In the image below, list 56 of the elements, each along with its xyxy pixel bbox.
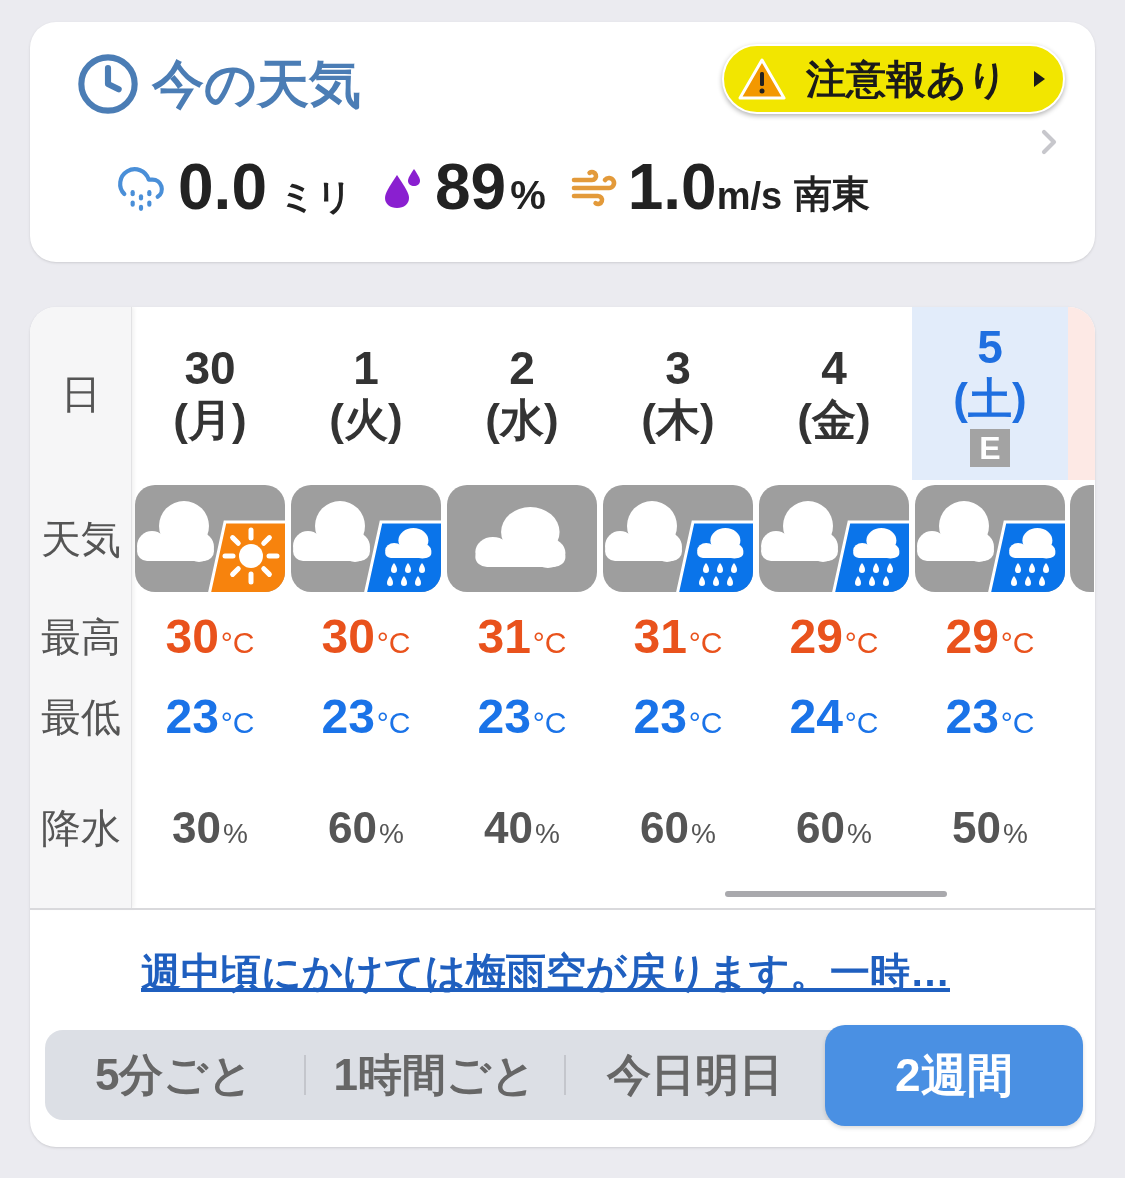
range-tab[interactable]: 今日明日 (566, 1030, 825, 1120)
date-number: 4 (821, 341, 847, 394)
weekday-label: (月) (173, 393, 247, 446)
high-temperature: 29°C (789, 608, 879, 665)
precipitation-chance: 40% (484, 802, 560, 855)
humidity-reading: 89% (434, 150, 546, 225)
row-label: 最低 (40, 694, 121, 741)
caret-icon (1034, 71, 1045, 87)
range-tab[interactable]: 1時間ごと (305, 1030, 564, 1120)
date-number: 30 (184, 341, 236, 394)
warning-icon (738, 58, 786, 100)
weekday-label: (火) (329, 393, 403, 446)
cloud-and-rain-icon (915, 485, 1065, 592)
date-number: 5 (977, 320, 1003, 373)
cloud-and-rain-icon (759, 485, 909, 592)
clock-icon (76, 52, 140, 116)
low-temperature: 23°C (165, 688, 255, 745)
high-temperature: 31°C (477, 608, 567, 665)
date-number: 2 (509, 341, 535, 394)
cloud-and-rain-icon (603, 485, 753, 592)
cloud-and-sun-icon (135, 485, 285, 592)
forecast-summary-link[interactable]: 週中頃にかけては梅雨空が戻ります。一時… (141, 948, 950, 996)
precipitation-chance: 60% (796, 802, 872, 855)
weekday-label: (土) (953, 372, 1027, 425)
date-number: 3 (665, 341, 691, 394)
weekday-label: (木) (641, 393, 715, 446)
weekday-label: (金) (797, 393, 871, 446)
precipitation-chance: 50% (952, 802, 1028, 855)
cloud-icon (447, 485, 597, 592)
reliability-badge: E (970, 428, 1010, 467)
weekday-label: (水) (485, 393, 559, 446)
high-temperature: 31°C (633, 608, 723, 665)
low-temperature: 23°C (477, 688, 567, 745)
row-label: 天気 (40, 515, 121, 563)
wind-direction: 南東 (794, 171, 871, 217)
row-label: 日 (60, 370, 101, 418)
low-temperature: 23°C (321, 688, 411, 745)
section-title: 今の天気 (152, 54, 361, 115)
range-tab[interactable]: 2週間 (824, 1024, 1083, 1126)
precipitation-chance: 30% (172, 802, 248, 855)
cloud-and-rain-icon (291, 485, 441, 592)
precipitation-chance: 60% (640, 802, 716, 855)
precipitation-chance: 60% (328, 802, 404, 855)
high-temperature: 30°C (321, 608, 411, 665)
low-temperature: 24°C (789, 688, 879, 745)
alert-button[interactable]: 注意報あり (722, 44, 1065, 114)
high-temperature: 30°C (165, 608, 255, 665)
date-number: 1 (353, 341, 379, 394)
wind-reading: 1.0m/s (627, 150, 783, 225)
precipitation-reading: 0.0 ミリ (178, 150, 353, 225)
range-tab[interactable]: 5分ごと (45, 1030, 304, 1120)
row-label: 最高 (40, 614, 121, 661)
low-temperature: 23°C (945, 688, 1035, 745)
high-temperature: 29°C (945, 608, 1035, 665)
low-temperature: 23°C (633, 688, 723, 745)
row-label: 降水 (40, 805, 121, 852)
